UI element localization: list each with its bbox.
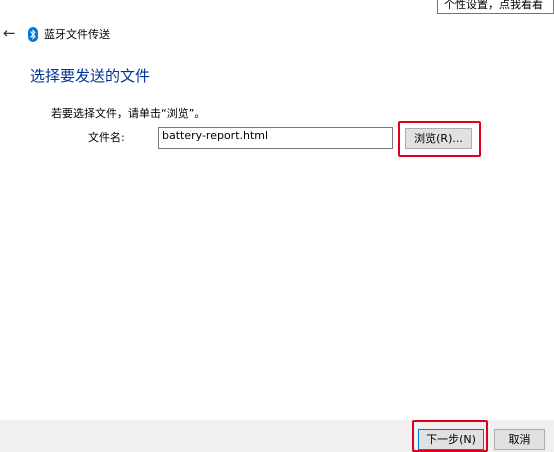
next-button[interactable]: 下一步(N) <box>418 429 484 450</box>
window-title: 蓝牙文件传送 <box>44 28 110 41</box>
browse-button[interactable]: 浏览(R)... <box>405 128 472 149</box>
tooltip: 个性设置，点我看看 <box>437 0 554 14</box>
instruction-text: 若要选择文件，请单击“浏览”。 <box>51 107 206 120</box>
cancel-button[interactable]: 取消 <box>494 429 545 450</box>
file-name-input[interactable] <box>158 127 393 149</box>
bluetooth-icon <box>28 27 38 42</box>
back-arrow-icon[interactable]: ← <box>3 26 19 42</box>
file-name-label: 文件名: <box>88 131 125 144</box>
page-title: 选择要发送的文件 <box>30 67 151 85</box>
title-bar: ← 蓝牙文件传送 <box>0 24 300 48</box>
bluetooth-transfer-window: 个性设置，点我看看 ← 蓝牙文件传送 选择要发送的文件 若要选择文件，请单击“浏… <box>0 0 554 452</box>
